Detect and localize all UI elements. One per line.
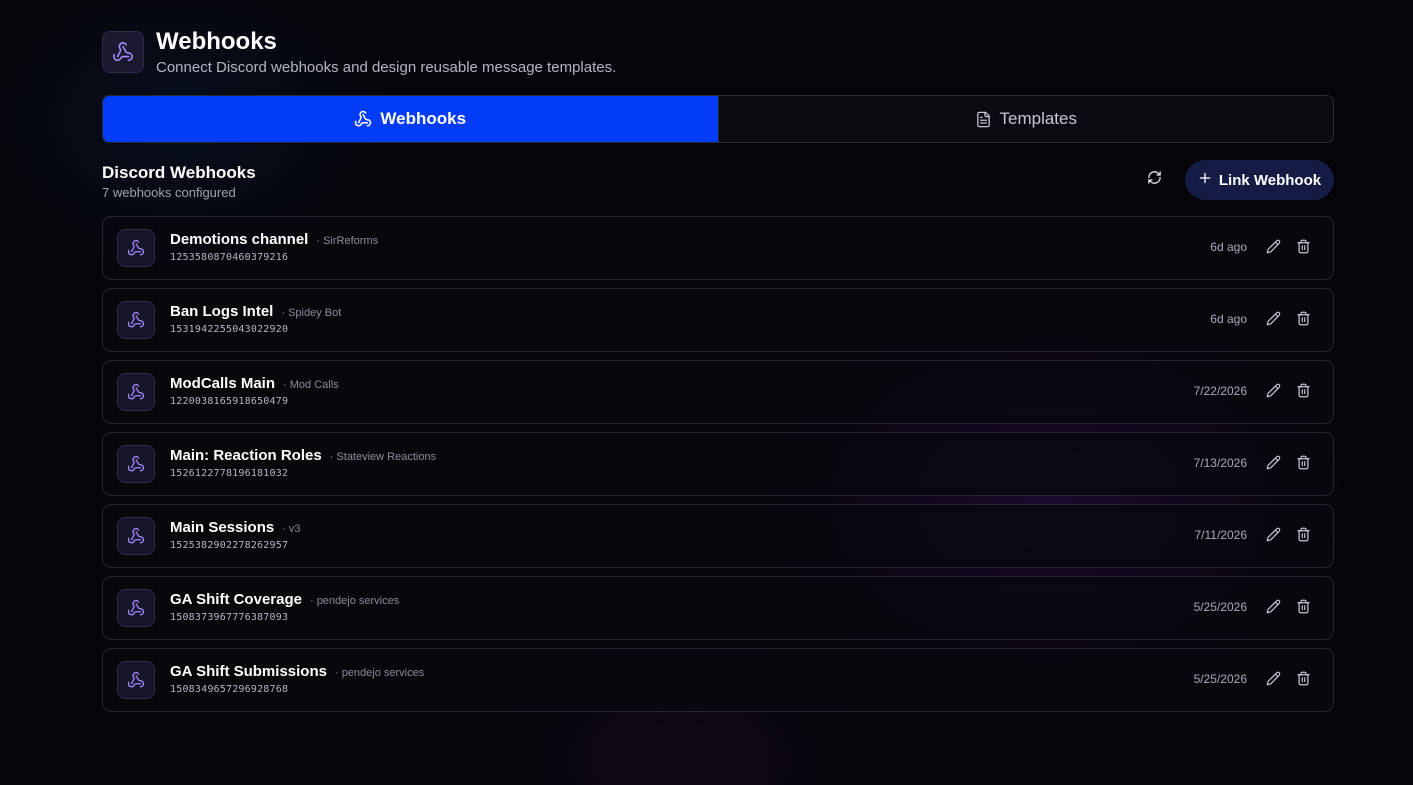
webhook-row[interactable]: Ban Logs Intel · Spidey Bot 153194225504… — [102, 288, 1334, 352]
webhook-date: 6d ago — [1210, 240, 1247, 254]
webhook-id: 1508373967776387093 — [170, 612, 289, 623]
webhook-title-line: Ban Logs Intel · Spidey Bot — [170, 303, 341, 320]
webhook-icon — [117, 373, 155, 411]
edit-button[interactable] — [1266, 239, 1282, 255]
tab-label: Webhooks — [380, 109, 467, 128]
webhook-id: 1253580870460379216 — [170, 252, 289, 263]
trash-icon — [1296, 383, 1311, 402]
webhook-owner: · Stateview Reactions — [329, 451, 437, 463]
webhook-name: GA Shift Submissions — [170, 663, 327, 680]
webhook-owner: · pendejo services — [309, 595, 400, 607]
webhook-id: 1526122778196181032 — [170, 468, 289, 479]
webhook-icon — [102, 31, 144, 73]
link-webhook-button[interactable]: Link Webhook — [1185, 160, 1334, 200]
webhook-title-line: ModCalls Main · Mod Calls — [170, 375, 339, 392]
webhook-row[interactable]: Main: Reaction Roles · Stateview Reactio… — [102, 432, 1334, 496]
delete-button[interactable] — [1296, 239, 1312, 255]
webhook-owner: · Mod Calls — [283, 379, 339, 391]
webhook-owner: · SirReforms — [316, 235, 379, 247]
webhook-name: Demotions channel — [170, 231, 309, 248]
page-header: Webhooks Connect Discord webhooks and de… — [102, 28, 1334, 80]
pencil-icon — [1266, 239, 1281, 258]
edit-button[interactable] — [1266, 599, 1282, 615]
webhook-owner: · pendejo services — [334, 667, 425, 679]
delete-button[interactable] — [1296, 455, 1312, 471]
refresh-button[interactable] — [1142, 168, 1166, 192]
edit-button[interactable] — [1266, 527, 1282, 543]
webhook-name: Main: Reaction Roles — [170, 447, 322, 464]
tab-templates[interactable]: Templates — [717, 96, 1334, 142]
webhook-row[interactable]: ModCalls Main · Mod Calls 12200381659186… — [102, 360, 1334, 424]
webhook-id: 1508349657296928768 — [170, 684, 289, 695]
webhook-list: Demotions channel · SirReforms 125358087… — [102, 216, 1334, 720]
trash-icon — [1296, 239, 1311, 258]
webhook-icon — [354, 110, 372, 128]
webhook-date: 5/25/2026 — [1193, 672, 1247, 686]
webhook-owner: · v3 — [282, 523, 301, 535]
trash-icon — [1296, 599, 1311, 618]
webhook-name: ModCalls Main — [170, 375, 276, 392]
webhook-id: 1220038165918650479 — [170, 396, 289, 407]
page-title: Webhooks — [156, 28, 277, 55]
delete-button[interactable] — [1296, 311, 1312, 327]
webhook-date: 6d ago — [1210, 312, 1247, 326]
webhook-row[interactable]: Main Sessions · v3 1525382902278262957 7… — [102, 504, 1334, 568]
webhook-icon — [117, 445, 155, 483]
tab-label: Templates — [999, 109, 1077, 128]
webhook-id: 1531942255043022920 — [170, 324, 289, 335]
tab-bar: Webhooks Templates — [102, 95, 1334, 143]
edit-button[interactable] — [1266, 311, 1282, 327]
refresh-icon — [1147, 170, 1162, 190]
delete-button[interactable] — [1296, 527, 1312, 543]
webhook-name: Ban Logs Intel — [170, 303, 274, 320]
trash-icon — [1296, 527, 1311, 546]
delete-button[interactable] — [1296, 383, 1312, 399]
webhook-date: 7/11/2026 — [1194, 528, 1248, 542]
webhook-owner: · Spidey Bot — [281, 307, 342, 319]
pencil-icon — [1266, 599, 1281, 618]
webhook-row[interactable]: Demotions channel · SirReforms 125358087… — [102, 216, 1334, 280]
webhook-title-line: Main: Reaction Roles · Stateview Reactio… — [170, 447, 436, 464]
webhook-id: 1525382902278262957 — [170, 540, 289, 551]
pencil-icon — [1266, 383, 1281, 402]
pencil-icon — [1266, 671, 1281, 690]
webhook-name: Main Sessions — [170, 519, 275, 536]
webhook-title-line: Demotions channel · SirReforms — [170, 231, 378, 248]
pencil-icon — [1266, 455, 1281, 474]
webhook-count: 7 webhooks configured — [102, 185, 236, 200]
edit-button[interactable] — [1266, 671, 1282, 687]
webhook-icon — [117, 517, 155, 555]
section-title: Discord Webhooks — [102, 163, 256, 182]
webhook-icon — [117, 661, 155, 699]
delete-button[interactable] — [1296, 671, 1312, 687]
edit-button[interactable] — [1266, 383, 1282, 399]
document-icon — [975, 111, 992, 128]
trash-icon — [1296, 671, 1311, 690]
webhook-date: 5/25/2026 — [1193, 600, 1247, 614]
webhook-icon — [117, 589, 155, 627]
page-subtitle: Connect Discord webhooks and design reus… — [156, 59, 617, 76]
webhook-date: 7/13/2026 — [1193, 456, 1247, 470]
webhook-title-line: Main Sessions · v3 — [170, 519, 301, 536]
trash-icon — [1296, 311, 1311, 330]
webhook-date: 7/22/2026 — [1193, 384, 1247, 398]
webhook-row[interactable]: GA Shift Submissions · pendejo services … — [102, 648, 1334, 712]
link-webhook-label: Link Webhook — [1218, 171, 1322, 189]
webhook-title-line: GA Shift Submissions · pendejo services — [170, 663, 424, 680]
webhook-title-line: GA Shift Coverage · pendejo services — [170, 591, 399, 608]
edit-button[interactable] — [1266, 455, 1282, 471]
pencil-icon — [1266, 311, 1281, 330]
tab-webhooks[interactable]: Webhooks — [103, 96, 718, 142]
webhook-icon — [117, 301, 155, 339]
trash-icon — [1296, 455, 1311, 474]
webhook-row[interactable]: GA Shift Coverage · pendejo services 150… — [102, 576, 1334, 640]
plus-icon — [1198, 171, 1212, 189]
delete-button[interactable] — [1296, 599, 1312, 615]
webhook-icon — [117, 229, 155, 267]
pencil-icon — [1266, 527, 1281, 546]
webhook-name: GA Shift Coverage — [170, 591, 302, 608]
